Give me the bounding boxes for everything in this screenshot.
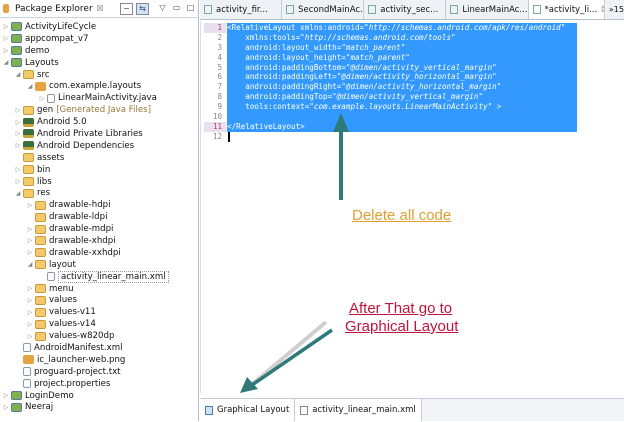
after-that-note-line2: Graphical Layout <box>345 318 459 335</box>
after-that-note-line1: After That go to <box>349 300 453 317</box>
arrow-down-left-icon <box>240 320 333 393</box>
annotation-arrows <box>240 113 349 393</box>
delete-all-code-note: Delete all code <box>352 207 452 224</box>
arrow-up-icon <box>333 113 349 200</box>
